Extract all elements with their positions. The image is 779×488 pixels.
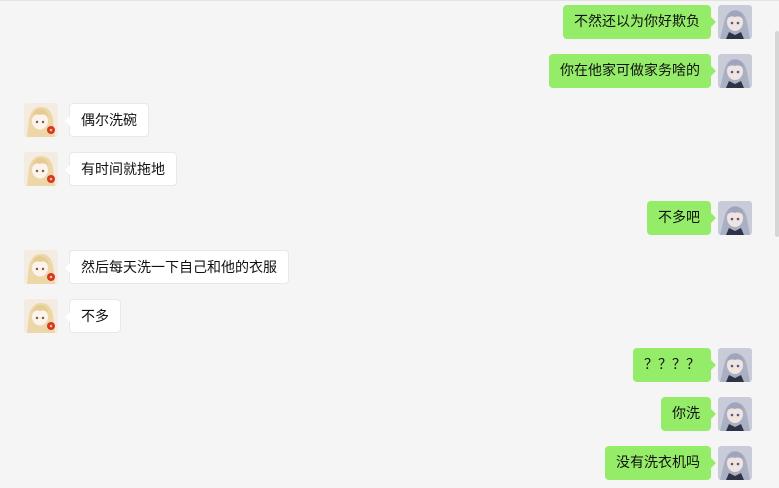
message-bubble-outgoing[interactable]: ？？？？ (633, 348, 716, 382)
message-row-outgoing: 你洗 (0, 397, 779, 431)
incoming-avatar-icon[interactable] (24, 103, 58, 137)
outgoing-avatar-icon[interactable] (718, 446, 752, 480)
message-row-outgoing: 你在他家可做家务啥的 (0, 54, 779, 88)
incoming-avatar-icon[interactable] (24, 250, 58, 284)
message-bubble-incoming[interactable]: 有时间就拖地 (65, 152, 177, 186)
incoming-avatar-icon[interactable] (24, 299, 58, 333)
message-bubble-outgoing[interactable]: 不然还以为你好欺负 (563, 5, 716, 39)
message-bubble-incoming[interactable]: 然后每天洗一下自己和他的衣服 (65, 250, 289, 284)
message-bubble-outgoing[interactable]: 你在他家可做家务啥的 (549, 54, 716, 88)
message-row-outgoing: ？？？？ (0, 348, 779, 382)
outgoing-avatar-icon[interactable] (718, 348, 752, 382)
outgoing-avatar-icon[interactable] (718, 54, 752, 88)
vertical-scrollbar[interactable] (775, 31, 779, 237)
message-bubble-outgoing[interactable]: 没有洗衣机吗 (605, 446, 716, 480)
chat-message-area: 不然还以为你好欺负 你在他家可做家务啥的 偶尔洗碗 有时间就拖地 不多吧 然后每… (0, 0, 779, 488)
message-row-outgoing: 不多吧 (0, 201, 779, 235)
message-row-incoming: 然后每天洗一下自己和他的衣服 (0, 250, 779, 284)
incoming-avatar-icon[interactable] (24, 152, 58, 186)
message-row-incoming: 不多 (0, 299, 779, 333)
message-row-outgoing: 不然还以为你好欺负 (0, 5, 779, 39)
message-bubble-incoming[interactable]: 不多 (65, 299, 121, 333)
outgoing-avatar-icon[interactable] (718, 201, 752, 235)
message-bubble-outgoing[interactable]: 不多吧 (647, 201, 716, 235)
message-row-incoming: 有时间就拖地 (0, 152, 779, 186)
message-bubble-incoming[interactable]: 偶尔洗碗 (65, 103, 149, 137)
message-bubble-outgoing[interactable]: 你洗 (661, 397, 716, 431)
message-row-outgoing: 没有洗衣机吗 (0, 446, 779, 480)
outgoing-avatar-icon[interactable] (718, 5, 752, 39)
outgoing-avatar-icon[interactable] (718, 397, 752, 431)
message-row-incoming: 偶尔洗碗 (0, 103, 779, 137)
